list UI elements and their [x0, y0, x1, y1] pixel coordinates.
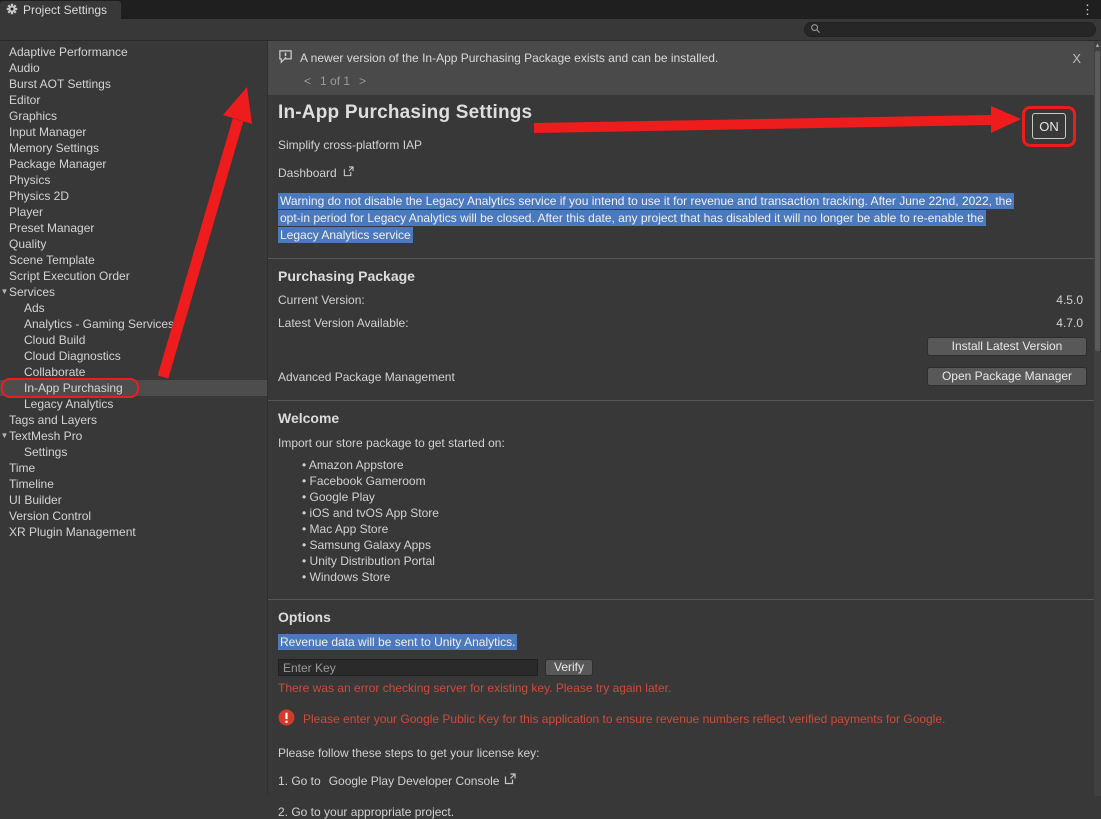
sidebar-item-label: In-App Purchasing	[24, 381, 123, 395]
server-error-text: There was an error checking server for e…	[278, 681, 1091, 695]
page-title: In-App Purchasing Settings	[278, 102, 1091, 124]
divider	[268, 400, 1101, 401]
sidebar-item-burst-aot-settings[interactable]: Burst AOT Settings	[0, 76, 267, 92]
sidebar-item-audio[interactable]: Audio	[0, 60, 267, 76]
foldout-expanded-icon[interactable]: ▼	[0, 428, 9, 444]
search-field[interactable]	[804, 22, 1096, 37]
scrollbar[interactable]: ▲	[1094, 41, 1101, 796]
banner-pagination-label: 1 of 1	[320, 74, 350, 88]
title-bar: Project Settings ⋮	[0, 0, 1101, 19]
sidebar-item-package-manager[interactable]: Package Manager	[0, 156, 267, 172]
sidebar-item-textmesh-settings[interactable]: Settings	[0, 444, 267, 460]
sidebar-item-input-manager[interactable]: Input Manager	[0, 124, 267, 140]
sidebar-item-analytics-gaming-services[interactable]: Analytics - Gaming Services	[0, 316, 267, 332]
sidebar-item-collaborate[interactable]: Collaborate	[0, 364, 267, 380]
sidebar-item-version-control[interactable]: Version Control	[0, 508, 267, 524]
error-icon	[278, 709, 295, 729]
settings-content-panel: A newer version of the In-App Purchasing…	[267, 41, 1101, 796]
tab-title: Project Settings	[23, 3, 107, 17]
sidebar-item-label: Services	[9, 285, 55, 299]
latest-version-value: 4.7.0	[1056, 316, 1083, 330]
tab-project-settings[interactable]: Project Settings	[0, 1, 121, 19]
store-list: Amazon Appstore Facebook Gameroom Google…	[278, 457, 1091, 585]
install-latest-version-button[interactable]: Install Latest Version	[927, 337, 1087, 356]
analytics-revenue-note: Revenue data will be sent to Unity Analy…	[278, 635, 1091, 649]
sidebar-item-scene-template[interactable]: Scene Template	[0, 252, 267, 268]
sidebar-item-in-app-purchasing[interactable]: In-App Purchasing	[0, 380, 267, 396]
welcome-intro-text: Import our store package to get started …	[278, 436, 1091, 450]
sidebar-item-cloud-build[interactable]: Cloud Build	[0, 332, 267, 348]
sidebar-item-ads[interactable]: Ads	[0, 300, 267, 316]
sidebar-item-adaptive-performance[interactable]: Adaptive Performance	[0, 44, 267, 60]
legacy-analytics-warning: Warning do not disable the Legacy Analyt…	[278, 193, 1024, 244]
settings-sidebar: Adaptive Performance Audio Burst AOT Set…	[0, 41, 267, 796]
sidebar-item-quality[interactable]: Quality	[0, 236, 267, 252]
list-item-store: Amazon Appstore	[302, 457, 1091, 473]
sidebar-item-legacy-analytics[interactable]: Legacy Analytics	[0, 396, 267, 412]
sidebar-item-textmesh-pro[interactable]: ▼ TextMesh Pro	[0, 428, 267, 444]
scrollbar-thumb[interactable]	[1095, 51, 1100, 351]
sidebar-item-graphics[interactable]: Graphics	[0, 108, 267, 124]
sidebar-item-time[interactable]: Time	[0, 460, 267, 476]
step1-text: 1. Go to	[278, 774, 321, 788]
advanced-package-management-label: Advanced Package Management	[278, 370, 927, 384]
banner-next-button[interactable]: >	[359, 74, 366, 88]
verify-key-button[interactable]: Verify	[545, 659, 593, 676]
list-item-store: Google Play	[302, 489, 1091, 505]
list-item-store: Samsung Galaxy Apps	[302, 537, 1091, 553]
foldout-expanded-icon[interactable]: ▼	[0, 284, 9, 300]
gear-icon	[6, 3, 18, 18]
list-item-store: Unity Distribution Portal	[302, 553, 1091, 569]
divider	[268, 258, 1101, 259]
banner-message: A newer version of the In-App Purchasing…	[300, 51, 718, 65]
external-link-icon[interactable]	[343, 166, 354, 180]
notification-banner: A newer version of the In-App Purchasing…	[268, 41, 1101, 95]
divider	[268, 599, 1101, 600]
sidebar-item-preset-manager[interactable]: Preset Manager	[0, 220, 267, 236]
external-link-icon[interactable]	[504, 773, 516, 788]
sidebar-item-ui-builder[interactable]: UI Builder	[0, 492, 267, 508]
sidebar-item-script-execution-order[interactable]: Script Execution Order	[0, 268, 267, 284]
search-icon	[810, 23, 821, 37]
section-title-welcome: Welcome	[278, 410, 1091, 426]
current-version-value: 4.5.0	[1056, 293, 1083, 307]
step2-text: 2. Go to your appropriate project.	[278, 805, 1091, 819]
banner-prev-button[interactable]: <	[304, 74, 311, 88]
banner-close-button[interactable]: X	[1072, 51, 1081, 66]
toolbar	[0, 19, 1101, 41]
sidebar-item-xr-plugin-management[interactable]: XR Plugin Management	[0, 524, 267, 540]
scroll-up-icon[interactable]: ▲	[1094, 42, 1101, 50]
iap-enable-toggle[interactable]: ON	[1032, 113, 1066, 139]
latest-version-label: Latest Version Available:	[278, 316, 1056, 330]
list-item-store: Windows Store	[302, 569, 1091, 585]
simplify-iap-label: Simplify cross-platform IAP	[278, 138, 1091, 152]
sidebar-item-cloud-diagnostics[interactable]: Cloud Diagnostics	[0, 348, 267, 364]
list-item-store: Facebook Gameroom	[302, 473, 1091, 489]
list-item-store: iOS and tvOS App Store	[302, 505, 1091, 521]
google-play-console-link[interactable]: Google Play Developer Console	[329, 774, 500, 788]
section-title-options: Options	[278, 609, 1091, 625]
window-menu-icon[interactable]: ⋮	[1074, 2, 1101, 18]
sidebar-item-tags-and-layers[interactable]: Tags and Layers	[0, 412, 267, 428]
sidebar-item-physics[interactable]: Physics	[0, 172, 267, 188]
sidebar-item-services[interactable]: ▼ Services	[0, 284, 267, 300]
current-version-label: Current Version:	[278, 293, 1056, 307]
sidebar-item-label: TextMesh Pro	[9, 429, 82, 443]
list-item-store: Mac App Store	[302, 521, 1091, 537]
google-public-key-input[interactable]	[278, 659, 538, 676]
dashboard-link[interactable]: Dashboard	[278, 166, 337, 180]
sidebar-item-timeline[interactable]: Timeline	[0, 476, 267, 492]
notification-bubble-icon	[278, 49, 293, 67]
open-package-manager-button[interactable]: Open Package Manager	[927, 367, 1087, 386]
section-title-purchasing-package: Purchasing Package	[278, 268, 1091, 284]
search-input[interactable]	[825, 23, 1090, 36]
sidebar-item-player[interactable]: Player	[0, 204, 267, 220]
license-steps-intro: Please follow these steps to get your li…	[278, 746, 1091, 760]
sidebar-item-memory-settings[interactable]: Memory Settings	[0, 140, 267, 156]
sidebar-item-physics-2d[interactable]: Physics 2D	[0, 188, 267, 204]
google-key-error-text: Please enter your Google Public Key for …	[303, 712, 945, 726]
sidebar-item-editor[interactable]: Editor	[0, 92, 267, 108]
